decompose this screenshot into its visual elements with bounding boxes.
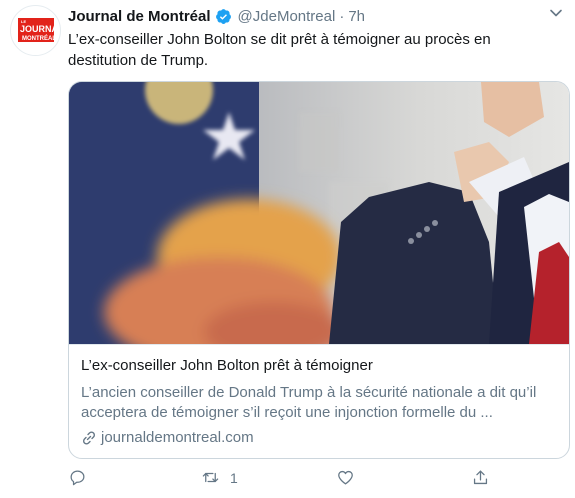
retweet-count: 1 — [230, 469, 238, 486]
author-handle[interactable]: @JdeMontreal — [238, 8, 336, 25]
card-domain-text: journaldemontreal.com — [101, 429, 254, 446]
tweet-header: Journal de Montréal @JdeMontreal · 7h — [68, 5, 365, 27]
share-button[interactable] — [471, 468, 500, 487]
card-body[interactable]: L’ex-conseiller John Bolton prêt à témoi… — [69, 344, 569, 458]
retweet-button[interactable]: 1 — [201, 468, 238, 487]
verified-badge-icon — [215, 8, 231, 24]
tweet-text: L’ex-conseiller John Bolton se dit prêt … — [68, 31, 491, 69]
reply-button[interactable] — [68, 468, 97, 487]
tweet-actions: 1 — [68, 468, 488, 494]
card-title[interactable]: L’ex-conseiller John Bolton prêt à témoi… — [81, 357, 373, 374]
avatar[interactable]: LE JOURNAL MONTRÉAL — [10, 5, 61, 56]
share-icon — [473, 470, 488, 485]
card-description: L’ancien conseiller de Donald Trump à la… — [81, 384, 537, 421]
reply-icon — [70, 470, 85, 486]
separator-dot: · — [339, 7, 345, 25]
svg-text:JOURNAL: JOURNAL — [20, 24, 55, 34]
chevron-down-icon[interactable] — [549, 6, 563, 20]
heart-icon — [338, 470, 353, 485]
card-image — [69, 82, 569, 344]
card-domain[interactable]: journaldemontreal.com — [81, 429, 254, 446]
svg-text:MONTRÉAL: MONTRÉAL — [22, 34, 55, 42]
link-icon — [82, 430, 96, 445]
link-card[interactable]: L’ex-conseiller John Bolton prêt à témoi… — [68, 81, 570, 459]
journal-de-montreal-logo: LE JOURNAL MONTRÉAL — [18, 18, 55, 42]
tweet[interactable]: LE JOURNAL MONTRÉAL Journal de Montréal … — [0, 0, 575, 498]
tweet-time[interactable]: 7h — [348, 8, 365, 25]
author-name[interactable]: Journal de Montréal — [68, 8, 211, 25]
like-button[interactable] — [336, 468, 365, 487]
retweet-icon — [202, 472, 219, 483]
